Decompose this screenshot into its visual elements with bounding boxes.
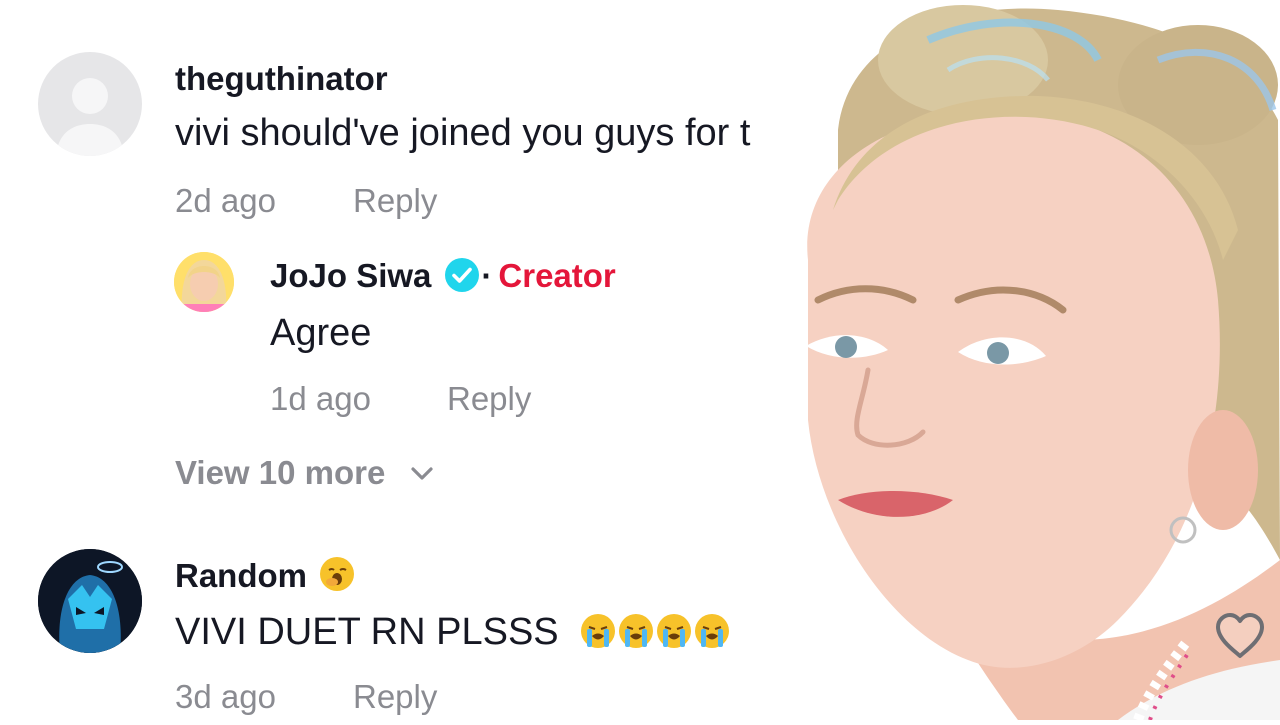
comment-timestamp: 3d ago [175, 678, 276, 715]
reply-button[interactable]: Reply [353, 182, 437, 220]
creator-label: Creator [498, 257, 616, 294]
reply-button[interactable]: Reply [447, 380, 531, 418]
view-more-label: View 10 more [175, 454, 386, 491]
loudly-crying-face-emoji [577, 611, 730, 654]
comment-text: vivi should've joined you guys for t [175, 112, 751, 154]
comment-timestamp: 2d ago [175, 182, 276, 219]
reply-text: Agree [270, 312, 372, 354]
comment-username[interactable]: theguthinator [175, 60, 388, 98]
yawning-face-emoji [320, 557, 355, 591]
reply-username[interactable]: JoJo Siwa [270, 257, 431, 294]
reply-timestamp: 1d ago [270, 380, 371, 417]
verified-check-icon [445, 258, 480, 292]
view-more-replies-button[interactable]: View 10 more [175, 452, 435, 492]
reply-username-row: JoJo Siwa · Creator [270, 257, 616, 295]
creator-avatar[interactable] [174, 252, 234, 312]
default-avatar-icon[interactable] [38, 52, 142, 156]
comment-text-row: VIVI DUET RN PLSSS [175, 611, 730, 654]
user-avatar[interactable] [38, 549, 142, 653]
heart-outline-icon[interactable] [1214, 612, 1266, 660]
person-photo-overlay [778, 0, 1280, 722]
comment-username[interactable]: Random [175, 557, 307, 594]
separator-dot: · [481, 257, 493, 294]
reply-button[interactable]: Reply [353, 678, 437, 716]
chevron-down-icon [409, 452, 435, 490]
comment-text: VIVI DUET RN PLSSS [175, 611, 559, 653]
comment-username-row: Random [175, 557, 355, 595]
